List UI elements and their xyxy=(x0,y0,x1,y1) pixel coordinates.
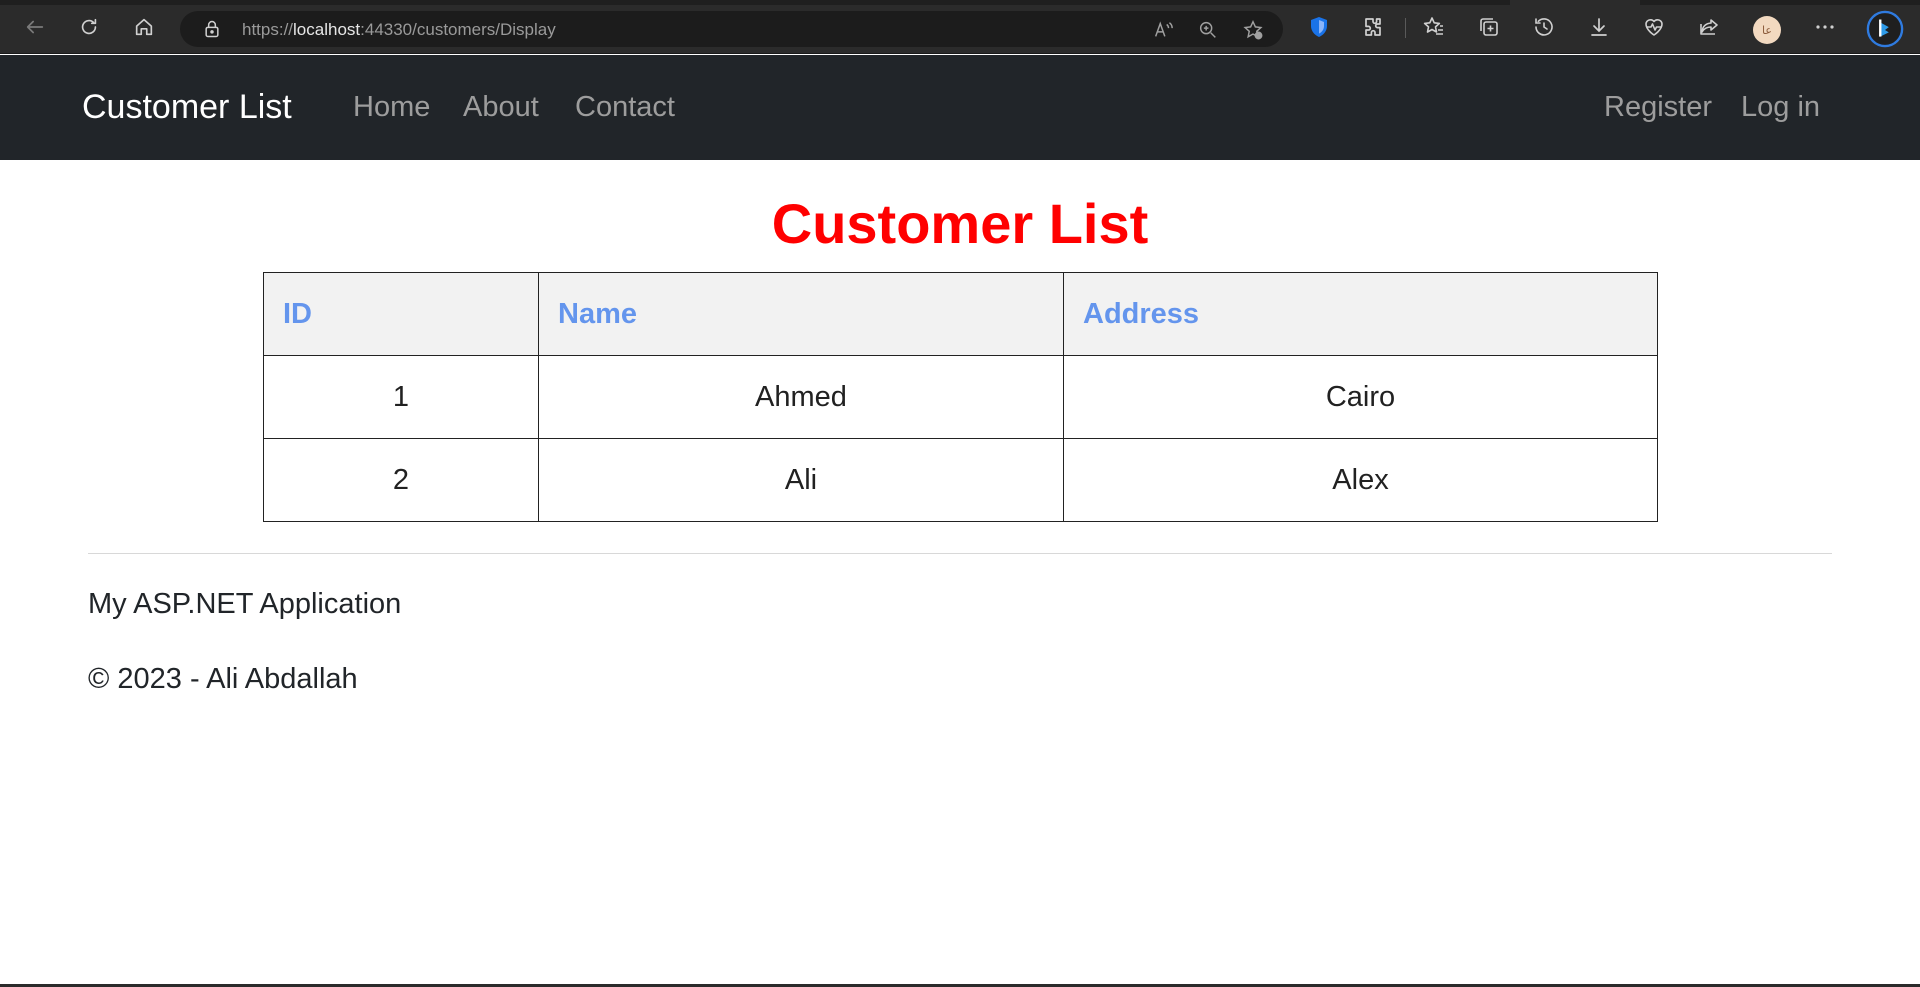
home-icon[interactable] xyxy=(129,12,159,42)
zoom-icon[interactable] xyxy=(1197,19,1219,41)
shield-extension-icon[interactable] xyxy=(1306,14,1332,40)
url-prefix: https:// xyxy=(242,20,294,39)
url-host: localhost xyxy=(293,20,361,39)
extensions-icon[interactable] xyxy=(1360,14,1386,40)
table-header-row: ID Name Address xyxy=(263,272,1658,356)
footer-divider xyxy=(88,553,1832,554)
profile-avatar[interactable]: عا xyxy=(1753,16,1781,44)
column-header-id: ID xyxy=(263,272,539,356)
tab-strip xyxy=(0,0,1510,5)
downloads-icon[interactable] xyxy=(1586,14,1612,40)
cell-id: 1 xyxy=(263,355,539,439)
nav-link-home[interactable]: Home xyxy=(353,91,430,124)
cell-name: Ahmed xyxy=(538,355,1064,439)
collections-icon[interactable] xyxy=(1476,14,1502,40)
url-path: :44330/customers/Display xyxy=(360,20,556,39)
column-header-address: Address xyxy=(1063,272,1658,356)
cell-address: Cairo xyxy=(1063,355,1658,439)
refresh-icon[interactable] xyxy=(74,12,104,42)
nav-link-contact[interactable]: Contact xyxy=(575,91,675,124)
browser-toolbar: https://localhost:44330/customers/Displa… xyxy=(0,0,1920,54)
history-icon[interactable] xyxy=(1531,14,1557,40)
cell-id: 2 xyxy=(263,438,539,522)
cell-name: Ali xyxy=(538,438,1064,522)
footer-copyright: © 2023 - Ali Abdallah xyxy=(88,663,358,695)
tab-strip-right xyxy=(1640,0,1920,5)
share-icon[interactable] xyxy=(1696,14,1722,40)
site-navbar: Customer List Home About Contact Registe… xyxy=(0,55,1920,160)
nav-link-about[interactable]: About xyxy=(463,91,539,124)
toolbar-divider xyxy=(1405,18,1406,38)
back-icon[interactable] xyxy=(20,12,50,42)
lock-icon[interactable] xyxy=(202,19,222,39)
favorites-icon[interactable] xyxy=(1421,14,1447,40)
add-favorite-icon[interactable] xyxy=(1242,19,1264,41)
column-header-name: Name xyxy=(538,272,1064,356)
page-title: Customer List xyxy=(771,192,1149,255)
copilot-icon[interactable] xyxy=(1866,10,1904,48)
address-bar[interactable]: https://localhost:44330/customers/Displa… xyxy=(180,11,1283,47)
customers-table: ID Name Address 1 Ahmed Cairo 2 Ali Alex xyxy=(263,272,1658,522)
table-row: 1 Ahmed Cairo xyxy=(263,355,1658,439)
url-text[interactable]: https://localhost:44330/customers/Displa… xyxy=(242,20,556,40)
nav-link-login[interactable]: Log in xyxy=(1741,91,1820,124)
cell-address: Alex xyxy=(1063,438,1658,522)
brand-link[interactable]: Customer List xyxy=(82,88,292,127)
health-icon[interactable] xyxy=(1641,14,1667,40)
read-aloud-icon[interactable] xyxy=(1152,19,1174,41)
footer-app-name: My ASP.NET Application xyxy=(88,588,402,620)
nav-link-register[interactable]: Register xyxy=(1604,91,1712,124)
table-row: 2 Ali Alex xyxy=(263,438,1658,522)
more-icon[interactable] xyxy=(1812,14,1838,40)
